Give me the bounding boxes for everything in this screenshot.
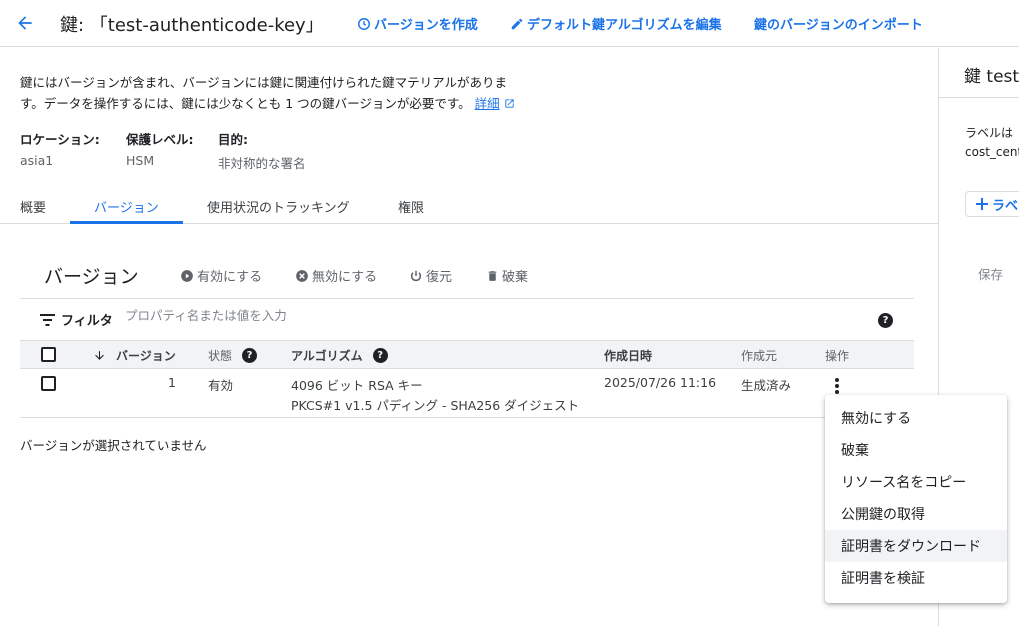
active-tab-indicator [70,221,183,224]
create-version-label: バージョンを作成 [374,18,478,33]
cancel-circle-icon [296,269,308,282]
purpose-label: 目的: [218,132,248,147]
description: 鍵にはバージョンが含まれ、バージョンには鍵に関連付けられた鍵マテリアルがありま … [20,72,540,114]
destroy-label: 破棄 [502,270,529,285]
trash-icon [488,270,497,281]
menu-item-copy-resource-name[interactable]: リソース名をコピー [825,466,1007,498]
right-panel-title: 鍵 test- [964,67,1019,87]
select-all-checkbox[interactable] [41,347,56,362]
enable-label: 有効にする [197,270,263,285]
tab-versions[interactable]: バージョン [94,197,159,216]
tab-bar: 概要 バージョン 使用状況のトラッキング 権限 [0,188,938,224]
column-state-label: 状態 [208,349,233,363]
filter-input[interactable] [125,308,825,323]
page-title: 鍵: 「test-authenticode-key」 [60,15,324,36]
add-label-text: ラベ [992,198,1019,214]
tab-permissions[interactable]: 権限 [398,197,424,216]
enable-button[interactable]: 有効にする [180,266,262,285]
pencil-icon [511,18,523,29]
import-key-version-label: 鍵のバージョンのインポート [754,18,923,33]
column-actions: 操作 [825,349,850,363]
label-key-cost-center: cost_cent [965,145,1019,159]
algorithm-help-icon[interactable]: ? [372,348,388,363]
no-selection-text: バージョンが選択されていません [20,438,207,453]
protection-level-label: 保護レベル: [126,132,194,147]
row-checkbox[interactable] [41,376,56,391]
menu-item-disable[interactable]: 無効にする [825,402,1007,434]
column-version-label: バージョン [116,349,176,363]
column-version[interactable]: バージョン [93,347,176,364]
description-line1: 鍵にはバージョンが含まれ、バージョンには鍵に関連付けられた鍵マテリアルがありま [20,75,508,90]
location-value: asia1 [20,153,54,168]
edit-default-algorithm-label: デフォルト鍵アルゴリズムを編集 [527,18,722,33]
column-algorithm-label: アルゴリズム [291,349,363,363]
description-line2: す。データを操作するには、鍵には少なくとも 1 つの鍵バージョンが必要です。 [20,96,471,111]
save-button[interactable]: 保存 [978,264,1003,283]
right-panel-divider [939,97,1019,98]
create-version-button[interactable]: バージョンを作成 [357,14,478,33]
filter-help-icon[interactable]: ? [878,313,893,328]
plus-icon [976,198,988,210]
filter-label-group[interactable]: フィルタ [40,310,113,329]
row-created: 2025/07/26 11:16 [604,375,717,390]
arrow-back-icon [18,16,32,30]
row-algorithm-line1: 4096 ビット RSA キー [291,378,423,393]
add-label-button[interactable]: ラベ [965,191,1019,217]
arrow-down-icon [95,351,104,360]
page-header: 鍵: 「test-authenticode-key」 バージョンを作成 デフォル… [0,0,1019,47]
state-help-icon[interactable]: ? [242,348,258,363]
menu-item-download-certificate[interactable]: 証明書をダウンロード [825,530,1007,562]
edit-default-algorithm-button[interactable]: デフォルト鍵アルゴリズムを編集 [510,14,722,33]
filter-bar: フィルタ ? [20,298,914,340]
restore-button[interactable]: 復元 [409,266,452,285]
column-source: 作成元 [741,349,778,363]
labels-description: ラベルは [965,126,1014,140]
menu-item-destroy[interactable]: 破棄 [825,434,1007,466]
tab-overview[interactable]: 概要 [20,197,46,216]
play-circle-icon [181,269,193,282]
column-state: 状態 ? [208,347,258,364]
back-button[interactable] [12,10,38,36]
clock-icon [358,17,370,30]
menu-item-get-public-key[interactable]: 公開鍵の取得 [825,498,1007,530]
location-label: ロケーション: [20,132,100,147]
menu-item-verify-certificate[interactable]: 証明書を検証 [825,562,1007,594]
row-state: 有効 [208,378,234,393]
row-source: 生成済み [741,378,792,393]
destroy-button[interactable]: 破棄 [486,266,528,285]
learn-more-label: 詳細 [474,96,500,111]
row-algorithm-line2: PKCS#1 v1.5 パディング - SHA256 ダイジェスト [291,398,580,413]
more-vert-icon[interactable] [830,376,844,396]
row-version: 1 [168,375,176,390]
disable-label: 無効にする [312,270,378,285]
protection-level-value: HSM [126,153,155,168]
tab-usage-tracking[interactable]: 使用状況のトラッキング [207,197,350,216]
table-row[interactable]: 1 有効 4096 ビット RSA キー PKCS#1 v1.5 パディング -… [20,369,914,418]
power-icon [410,270,422,281]
restore-label: 復元 [426,270,453,285]
row-actions-menu: 無効にする 破棄 リソース名をコピー 公開鍵の取得 証明書をダウンロード 証明書… [825,395,1007,603]
filter-icon [40,313,55,326]
filter-label: フィルタ [61,314,113,329]
import-key-version-button[interactable]: 鍵のバージョンのインポート [754,14,923,33]
learn-more-link[interactable]: 詳細 [475,96,500,111]
external-link-icon [505,99,514,108]
column-algorithm: アルゴリズム ? [291,347,388,364]
column-created[interactable]: 作成日時 [604,347,652,364]
versions-title: バージョン [44,266,139,288]
disable-button[interactable]: 無効にする [295,266,377,285]
purpose-value: 非対称的な署名 [218,156,306,171]
versions-table-header: バージョン 状態 ? アルゴリズム ? 作成日時 作成元 操作 [20,340,914,369]
